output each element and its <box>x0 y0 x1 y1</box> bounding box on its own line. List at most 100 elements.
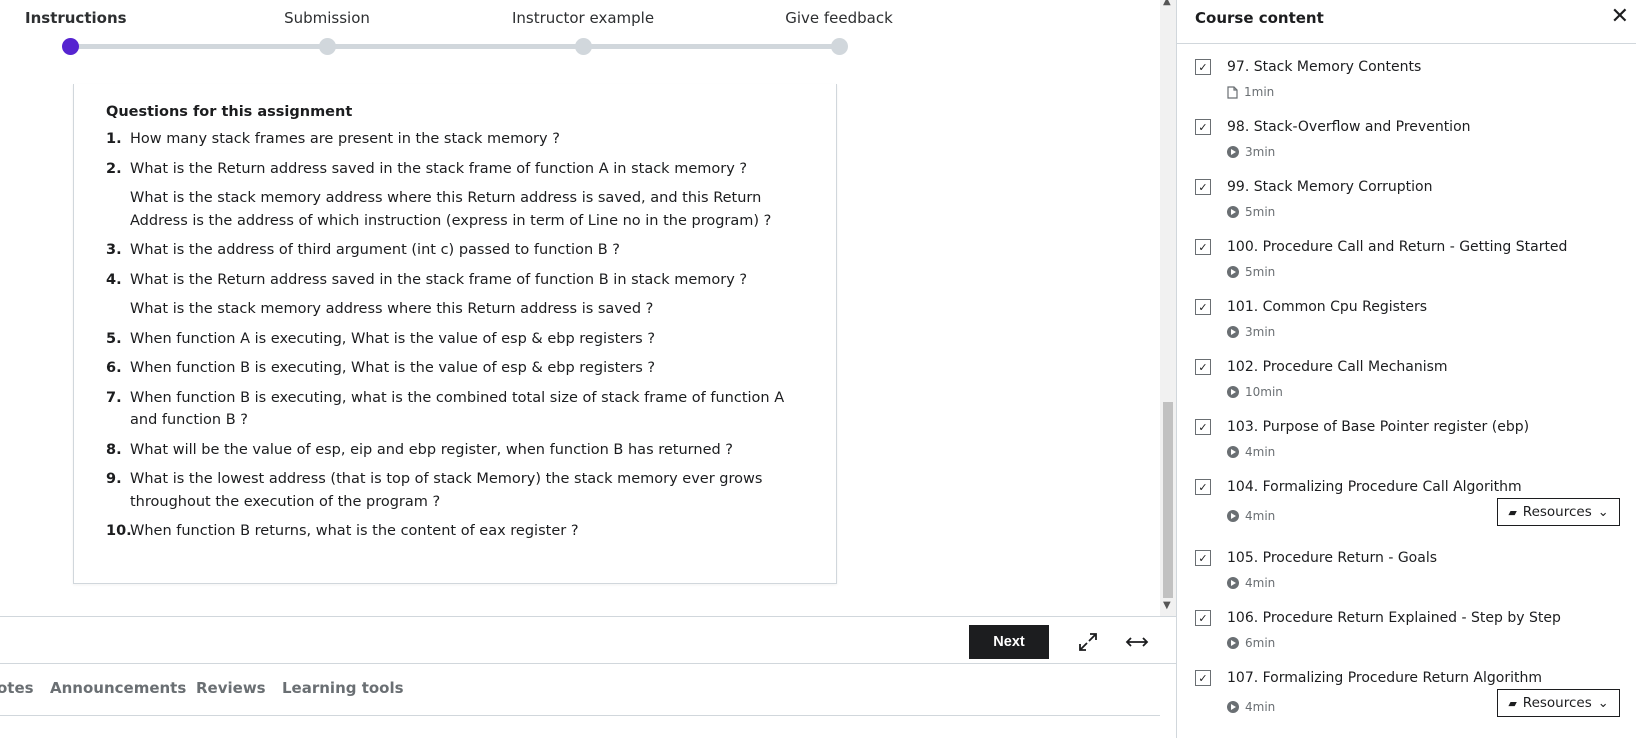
lesson-title[interactable]: 98. Stack-Overflow and Prevention <box>1227 119 1471 135</box>
expand-button[interactable] <box>1071 625 1105 659</box>
close-icon[interactable]: ✕ <box>1611 6 1629 28</box>
scroll-up-arrow-icon[interactable]: ▲ <box>1163 0 1171 7</box>
lesson-complete-checkbox[interactable]: ✓ <box>1195 550 1211 566</box>
step-instructions[interactable]: Instructions <box>25 9 127 27</box>
question-number: 8. <box>106 441 122 458</box>
lesson-title[interactable]: 106. Procedure Return Explained - Step b… <box>1227 610 1561 626</box>
widen-button[interactable] <box>1120 625 1154 659</box>
play-video-icon <box>1227 206 1239 218</box>
question-number: 2. <box>106 160 122 177</box>
play-video-icon <box>1227 577 1239 589</box>
play-video-icon <box>1227 637 1239 649</box>
step-dot-give-feedback[interactable] <box>831 38 848 55</box>
lesson-title[interactable]: 107. Formalizing Procedure Return Algori… <box>1227 670 1542 686</box>
step-dot-instructions[interactable] <box>62 38 79 55</box>
folder-icon: ▰ <box>1508 505 1517 519</box>
chevron-down-icon: ⌄ <box>1597 504 1609 520</box>
question-text: When function A is executing, What is th… <box>130 330 656 347</box>
sidebar-title: Course content <box>1195 9 1324 27</box>
play-video-icon <box>1227 510 1239 522</box>
lesson-title[interactable]: 100. Procedure Call and Return - Getting… <box>1227 239 1567 255</box>
play-video-icon <box>1227 386 1239 398</box>
question-text: When function B returns, what is the con… <box>130 523 579 539</box>
step-instructor-example[interactable]: Instructor example <box>512 9 654 27</box>
question-text: When function B is executing, what is th… <box>130 389 785 429</box>
resources-label: Resources <box>1522 695 1592 711</box>
lesson-complete-checkbox[interactable]: ✓ <box>1195 419 1211 435</box>
lesson-meta: 5min <box>1227 265 1275 279</box>
play-video-icon <box>1227 146 1239 158</box>
tab-reviews[interactable]: Reviews <box>196 679 266 697</box>
lesson-duration: 5min <box>1245 265 1276 279</box>
lesson-meta: 1min <box>1227 85 1274 99</box>
lesson-meta: 4min <box>1227 700 1275 714</box>
play-video-icon <box>1227 446 1239 458</box>
lesson-meta: 6min <box>1227 636 1275 650</box>
question-text: How many stack frames are present in the… <box>130 131 560 147</box>
lesson-meta: 4min <box>1227 445 1275 459</box>
question-number: 3. <box>106 242 122 258</box>
tab-announcements[interactable]: Announcements <box>50 679 186 697</box>
question-number: 9. <box>106 471 122 487</box>
play-video-icon <box>1227 266 1239 278</box>
question-number: 7. <box>106 389 122 406</box>
questions-card: Questions for this assignment 1. How many… <box>73 84 837 584</box>
file-icon <box>1227 85 1238 99</box>
lesson-complete-checkbox[interactable]: ✓ <box>1195 670 1211 686</box>
question-item: 10. When function B returns, what is the … <box>106 520 806 543</box>
course-tabs: otes Announcements Reviews Learning tool… <box>0 664 1160 716</box>
main-scrollbar[interactable]: ▲ ▼ <box>1160 0 1176 616</box>
question-text: What is the Return address saved in the … <box>130 160 748 177</box>
question-subtext: What is the stack memory address where t… <box>130 301 654 317</box>
question-text: What is the Return address saved in the … <box>130 271 748 288</box>
step-dot-submission[interactable] <box>319 38 336 55</box>
course-content-sidebar: Course content ✕ ✓ 97. Stack Memory Conte… <box>1176 0 1636 738</box>
play-video-icon <box>1227 326 1239 338</box>
assignment-stepper: Instructions Submission Instructor examp… <box>0 0 900 60</box>
lesson-title[interactable]: 99. Stack Memory Corruption <box>1227 179 1433 195</box>
lesson-meta: 10min <box>1227 385 1283 399</box>
lesson-complete-checkbox[interactable]: ✓ <box>1195 479 1211 495</box>
lesson-complete-checkbox[interactable]: ✓ <box>1195 119 1211 135</box>
lesson-complete-checkbox[interactable]: ✓ <box>1195 299 1211 315</box>
lesson-complete-checkbox[interactable]: ✓ <box>1195 359 1211 375</box>
lesson-title[interactable]: 103. Purpose of Base Pointer register (e… <box>1227 419 1529 435</box>
question-number: 5. <box>106 330 122 347</box>
chevron-down-icon: ⌄ <box>1597 695 1609 711</box>
lesson-meta: 3min <box>1227 325 1275 339</box>
lesson-complete-checkbox[interactable]: ✓ <box>1195 59 1211 75</box>
resources-dropdown-button[interactable]: ▰ Resources ⌄ <box>1497 498 1620 526</box>
lesson-title[interactable]: 97. Stack Memory Contents <box>1227 59 1421 75</box>
question-subtext: What is the stack memory address where t… <box>130 190 772 229</box>
question-item: 2. What is the Return address saved in th… <box>106 158 806 233</box>
question-text: What is the lowest address (that is top … <box>130 471 763 510</box>
question-item: 1. How many stack frames are present in t… <box>106 128 806 151</box>
questions-list: 1. How many stack frames are present in t… <box>106 128 806 550</box>
question-item: 3. What is the address of third argument … <box>106 239 806 262</box>
lesson-complete-checkbox[interactable]: ✓ <box>1195 610 1211 626</box>
lesson-title[interactable]: 105. Procedure Return - Goals <box>1227 550 1437 566</box>
lesson-title[interactable]: 104. Formalizing Procedure Call Algorith… <box>1227 479 1522 495</box>
step-give-feedback[interactable]: Give feedback <box>785 9 893 27</box>
step-dot-instructor-example[interactable] <box>575 38 592 55</box>
lesson-meta: 4min <box>1227 576 1275 590</box>
lesson-complete-checkbox[interactable]: ✓ <box>1195 179 1211 195</box>
tab-learning-tools[interactable]: Learning tools <box>282 679 404 697</box>
question-item: 8. What will be the value of esp, eip and… <box>106 439 806 462</box>
lesson-title[interactable]: 102. Procedure Call Mechanism <box>1227 359 1448 375</box>
lesson-duration: 3min <box>1245 325 1276 339</box>
next-button[interactable]: Next <box>969 625 1049 659</box>
scroll-down-arrow-icon[interactable]: ▼ <box>1163 600 1171 611</box>
assignment-controls-bar: Next <box>0 616 1176 664</box>
question-item: 6. When function B is executing, What is … <box>106 357 806 380</box>
lesson-duration: 10min <box>1245 385 1283 399</box>
lesson-title[interactable]: 101. Common Cpu Registers <box>1227 299 1427 315</box>
resources-dropdown-button[interactable]: ▰ Resources ⌄ <box>1497 689 1620 717</box>
question-item: 4. What is the Return address saved in th… <box>106 269 806 321</box>
lesson-complete-checkbox[interactable]: ✓ <box>1195 239 1211 255</box>
scrollbar-thumb[interactable] <box>1163 402 1173 598</box>
step-submission[interactable]: Submission <box>284 9 370 27</box>
tab-notes[interactable]: otes <box>0 679 34 697</box>
question-number: 4. <box>106 271 122 288</box>
question-item: 5. When function A is executing, What is … <box>106 328 806 351</box>
